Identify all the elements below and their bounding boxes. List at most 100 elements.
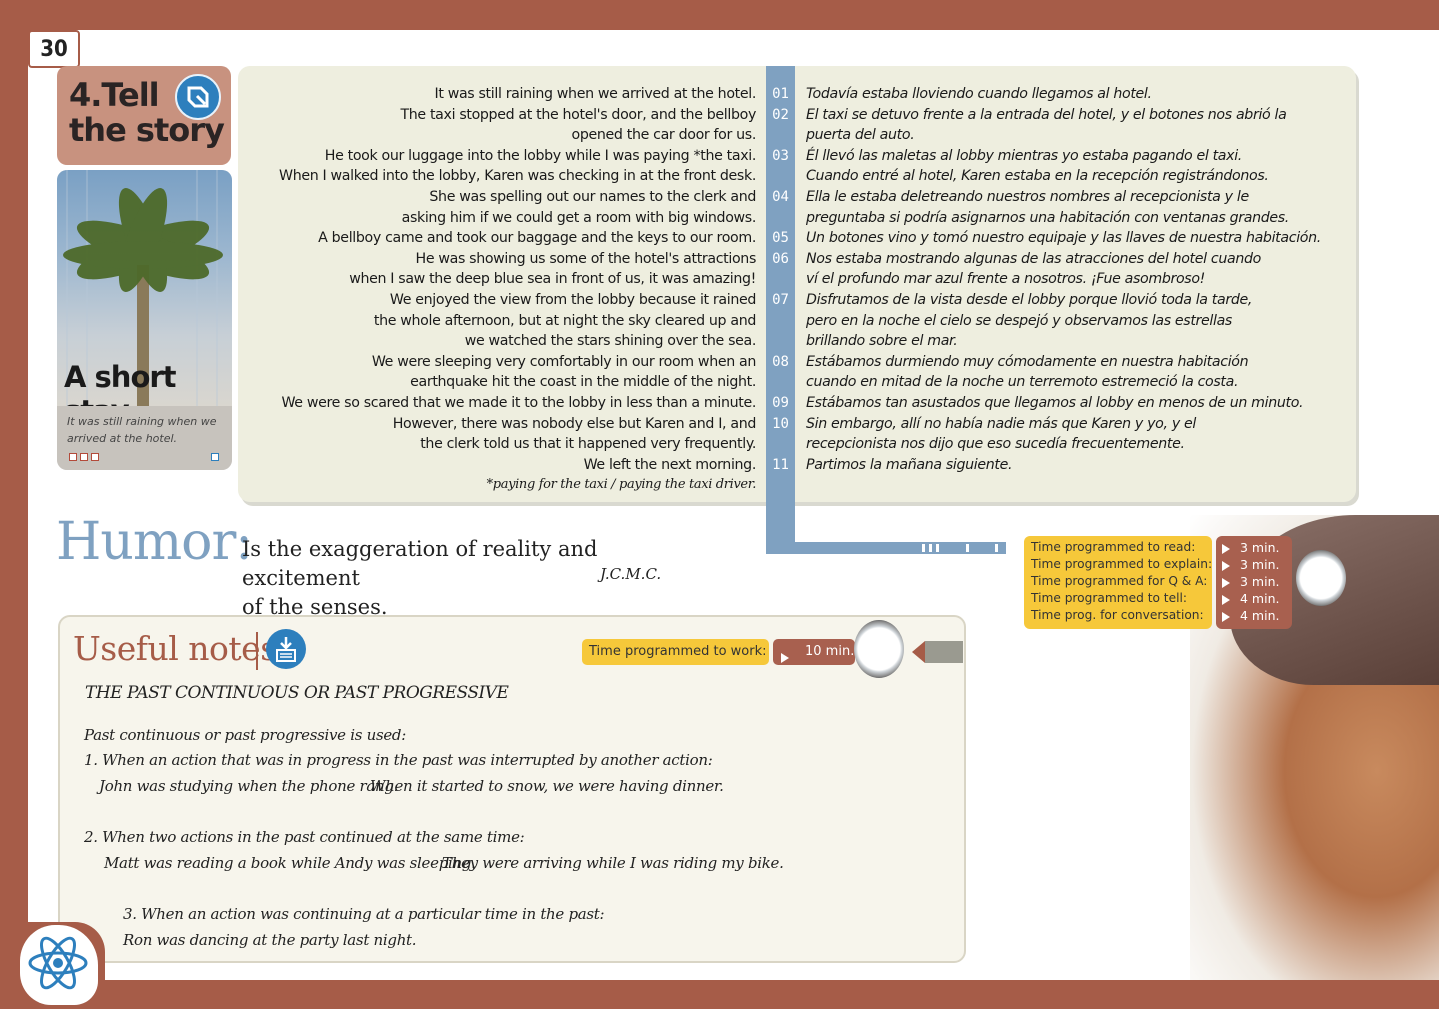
arrow-left-icon	[912, 641, 925, 663]
spanish-line: recepcionista nos dijo que eso sucedía f…	[806, 436, 1185, 453]
bar-stripe	[966, 544, 969, 552]
line-number: 08	[772, 353, 789, 370]
bar-stripe	[936, 544, 939, 552]
time-value-row: 4 min.	[1222, 590, 1279, 607]
spanish-line: pero en la noche el cielo se despejó y o…	[806, 312, 1232, 329]
english-line: earthquake hit the coast in the middle o…	[410, 374, 756, 391]
pager-dot[interactable]	[80, 453, 88, 461]
spanish-line: puerta del auto.	[806, 127, 915, 144]
photo-caption: It was still raining when we arrived at …	[67, 415, 217, 445]
spanish-line: preguntaba si podría asignarnos una habi…	[806, 209, 1289, 226]
time-label: Time prog. for conversation:	[1031, 608, 1204, 622]
time-value: 3 min.	[1240, 540, 1280, 555]
line-number	[766, 434, 795, 455]
line-number	[766, 311, 795, 332]
time-value: 4 min.	[1240, 608, 1280, 623]
arrow-right-icon	[1222, 611, 1230, 622]
spanish-line: Él llevó las maletas al lobby mientras y…	[806, 147, 1242, 164]
pager-dot[interactable]	[69, 453, 77, 461]
story-photo-card[interactable]: A short stay It was still raining when w…	[57, 170, 232, 470]
spanish-line: Cuando entré al hotel, Karen estaba en l…	[806, 168, 1269, 185]
line-number: 03	[772, 147, 789, 164]
grammar-rule-3: 3. When an action was continuing at a pa…	[123, 905, 605, 923]
useful-notes-heading: Useful notes	[73, 629, 277, 668]
grammar-subheading: THE PAST CONTINUOUS OR PAST PROGRESSIVE	[85, 683, 509, 703]
line-number: 11	[772, 456, 789, 473]
time-values: 3 min. 3 min. 3 min. 4 min. 4 min.	[1222, 539, 1279, 624]
time-label: Time programmed for Q & A:	[1031, 574, 1208, 588]
line-number: 10	[772, 415, 789, 432]
heading-divider	[256, 632, 258, 670]
english-line: asking him if we could get a room with b…	[401, 209, 757, 226]
english-line: A bellboy came and took our baggage and …	[318, 230, 756, 247]
line-number: 09	[772, 394, 789, 411]
pencil-icon	[175, 74, 221, 120]
gray-tab	[925, 641, 963, 663]
grammar-intro: Past continuous or past progressive is u…	[84, 726, 406, 744]
spanish-line: Estábamos durmiendo muy cómodamente en n…	[806, 353, 1249, 370]
spanish-line: Nos estaba mostrando algunas de las atra…	[806, 250, 1261, 267]
english-story: It was still raining when we arrived at …	[258, 84, 756, 496]
spanish-line: Todavía estaba lloviendo cuando llegamos…	[806, 86, 1152, 102]
grammar-rule-2: 2. When two actions in the past continue…	[84, 828, 525, 846]
english-line: However, there was nobody else but Karen…	[392, 415, 757, 432]
line-number	[766, 208, 795, 229]
arrow-right-icon	[781, 647, 799, 666]
english-line: It was still raining when we arrived at …	[434, 86, 757, 102]
time-label: Time programmed to explain:	[1031, 557, 1213, 571]
time-value-row: 3 min.	[1222, 539, 1279, 556]
line-number-bar	[766, 542, 1006, 554]
time-value-row: 3 min.	[1222, 573, 1279, 590]
grammar-example: Ron was dancing at the party last night.	[123, 931, 417, 949]
line-number: 06	[772, 250, 789, 267]
line-number: 04	[772, 188, 789, 205]
line-number	[766, 372, 795, 393]
arrow-right-icon	[1222, 577, 1230, 588]
humor-line1: Is the exaggeration of reality and excit…	[242, 537, 598, 590]
time-value-row: 4 min.	[1222, 607, 1279, 624]
spanish-line: Un botones vino y tomó nuestro equipaje …	[806, 230, 1321, 247]
english-line: We enjoyed the view from the lobby becau…	[389, 291, 756, 308]
head-atom-logo	[20, 925, 98, 1005]
time-label: Time programmed to tell:	[1031, 591, 1187, 605]
time-value: 3 min.	[1240, 574, 1280, 589]
spanish-line: El taxi se detuvo frente a la entrada de…	[806, 106, 1287, 123]
grammar-rule-1: 1. When an action that was in progress i…	[84, 751, 713, 769]
english-line: When I walked into the lobby, Karen was …	[279, 168, 756, 185]
lesson-title-box: 4.Tell the story	[57, 66, 231, 165]
english-line: He took our luggage into the lobby while…	[324, 147, 757, 164]
english-line: we watched the stars shining over the se…	[464, 333, 757, 350]
spanish-line: Partimos la mañana siguiente.	[806, 456, 1013, 473]
bar-stripe	[922, 544, 925, 552]
time-labels: Time programmed to read: Time programmed…	[1031, 539, 1212, 624]
bar-stripe	[995, 544, 998, 552]
english-line: The taxi stopped at the hotel's door, an…	[400, 106, 756, 123]
pager-dot[interactable]	[91, 453, 99, 461]
line-number: 05	[772, 230, 789, 247]
english-line: We left the next morning.	[583, 456, 757, 473]
spanish-line: ví el profundo mar azul frente a nosotro…	[806, 271, 1206, 288]
page-number: 30	[28, 30, 80, 68]
download-document-icon[interactable]	[266, 629, 306, 669]
english-line: We were so scared that we made it to the…	[281, 394, 756, 411]
line-number	[766, 269, 795, 290]
grammar-example: They were arriving while I was riding my…	[442, 854, 784, 872]
english-line: opened the car door for us.	[571, 127, 757, 144]
spanish-line: cuando en mitad de la noche un terremoto…	[806, 374, 1239, 391]
arrow-right-icon	[1222, 594, 1230, 605]
pager-dots[interactable]	[69, 453, 99, 461]
arrow-right-icon	[1222, 560, 1230, 571]
english-line: the whole afternoon, but at night the sk…	[373, 312, 756, 329]
pager-dot-active[interactable]	[211, 453, 219, 461]
grammar-example: Matt was reading a book while Andy was s…	[104, 854, 476, 872]
arrow-right-icon	[1222, 543, 1230, 554]
line-number	[766, 125, 795, 146]
line-numbers: 01 02 03 04 05 06 07 08 09 10 11	[766, 84, 795, 475]
line-number: 07	[772, 291, 789, 308]
english-line: when I saw the deep blue sea in front of…	[349, 271, 756, 288]
english-line: He was showing us some of the hotel's at…	[415, 250, 757, 267]
humor-heading: Humor:	[56, 512, 253, 572]
time-value: 4 min.	[1240, 591, 1280, 606]
spanish-line: Estábamos tan asustados que llegamos al …	[806, 394, 1304, 411]
grammar-example: John was studying when the phone rang.	[99, 777, 399, 795]
